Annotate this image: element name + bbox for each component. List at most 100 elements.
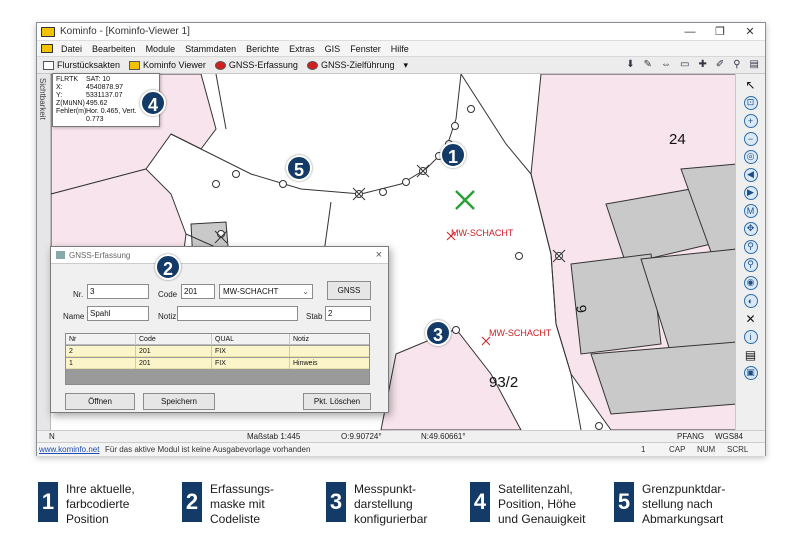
gnss-icon <box>214 60 226 70</box>
settings-tool[interactable]: ✕ <box>740 311 762 326</box>
zoom-window-tool[interactable]: ⊡ <box>740 95 762 110</box>
viewer-icon <box>129 60 141 70</box>
zoom-out-tool[interactable]: − <box>740 131 762 146</box>
column-header-qual[interactable]: QUAL <box>212 334 290 345</box>
notiz-field[interactable] <box>177 306 298 321</box>
dialog-app-icon <box>56 251 65 259</box>
visibility-sidebar[interactable]: Sichtbarkeit <box>37 74 51 430</box>
delete-point-button[interactable]: Pkt. Löschen <box>303 393 371 410</box>
legend-number: 2 <box>182 482 202 522</box>
menu-gis[interactable]: GIS <box>320 44 346 54</box>
window-title: Kominfo - [Kominfo-Viewer 1] <box>60 26 190 37</box>
flurstuecksakten-button[interactable]: Flurstücksakten <box>43 60 120 70</box>
label-tool-icon[interactable]: ✚ <box>698 59 706 70</box>
zoom-in-icon: + <box>743 113 758 128</box>
zoom-in-tool[interactable]: + <box>740 113 762 128</box>
column-header-nr[interactable]: Nr <box>66 334 136 345</box>
open-button[interactable]: Öffnen <box>65 393 135 410</box>
pin-tool-icon[interactable]: ⬇ <box>626 59 634 70</box>
gnss-target-icon <box>306 60 318 70</box>
legend-item-4: 4 Satellitenzahl, Position, Höhe und Genau… <box>470 482 585 527</box>
maximize-button[interactable]: ❐ <box>705 23 735 41</box>
view-tool[interactable]: ◐ <box>740 293 762 308</box>
brush-tool-icon[interactable]: ✐ <box>716 59 724 70</box>
legend-number: 5 <box>614 482 634 522</box>
menu-berichte[interactable]: Berichte <box>241 44 284 54</box>
zoom-scale-tool[interactable]: ⚲ <box>740 257 762 272</box>
save-button[interactable]: Speichern <box>143 393 215 410</box>
close-button[interactable]: ✕ <box>735 23 765 41</box>
eye-icon: ◐ <box>743 293 758 308</box>
table-row[interactable]: 1 201 FIX Hinweis <box>66 358 369 369</box>
zoom-scale-icon: ⚲ <box>743 257 758 272</box>
print-tool-icon[interactable]: ▤ <box>750 59 759 70</box>
code-field[interactable]: 201 <box>181 284 215 299</box>
dialog-title: GNSS-Erfassung <box>69 250 131 260</box>
scale-display[interactable]: Maßstab 1:445 <box>247 432 300 441</box>
pointer-icon: ↖ <box>745 77 756 92</box>
name-field[interactable]: Spahl <box>87 306 149 321</box>
points-table: Nr Code QUAL Notiz 2 201 FIX 1 201 FIX H… <box>65 333 370 385</box>
point-label-mw-schacht-2: MW-SCHACHT <box>489 328 552 338</box>
info-tool[interactable]: i <box>740 329 762 344</box>
zoom-next-icon: ▶ <box>743 185 758 200</box>
zoom-previous-tool[interactable]: ◀ <box>740 167 762 182</box>
gnss-zielfuehrung-button[interactable]: GNSS-Zielführung <box>306 60 394 70</box>
legend-text: Erfassungs-maske mit Codeliste <box>210 482 275 526</box>
crs-indicator[interactable]: WGS84 <box>715 432 743 441</box>
notiz-label: Notiz <box>158 312 177 321</box>
table-row[interactable]: 2 201 FIX <box>66 346 369 357</box>
menu-hilfe[interactable]: Hilfe <box>386 44 414 54</box>
code-select[interactable]: MW-SCHACHT ⌄ <box>219 284 313 299</box>
zoom-tool-icon[interactable]: ⚲ <box>733 59 740 70</box>
column-header-notiz[interactable]: Notiz <box>290 334 369 345</box>
menu-bearbeiten[interactable]: Bearbeiten <box>87 44 141 54</box>
pan-tool[interactable]: ✥ <box>740 221 762 236</box>
stab-label: Stab <box>306 312 323 321</box>
callout-badge-1: 1 <box>440 142 466 168</box>
pan-icon: ✥ <box>743 221 758 236</box>
map-status-bar: N Maßstab 1:445 O:9.90724° N:49.60661° P… <box>37 430 765 442</box>
zoom-full-tool[interactable]: ◎ <box>740 149 762 164</box>
legend-text: Satellitenzahl, Position, Höhe und Genauig… <box>498 482 586 526</box>
menu-stammdaten[interactable]: Stammdaten <box>180 44 241 54</box>
pen-tool-icon[interactable]: ✎ <box>644 59 652 70</box>
gnss-button[interactable]: GNSS <box>327 281 371 300</box>
gnss-erfassung-button[interactable]: GNSS-Erfassung <box>214 60 298 70</box>
website-link[interactable]: www.kominfo.net <box>39 445 99 454</box>
zoom-window-icon: ⊡ <box>743 95 758 110</box>
menu-datei[interactable]: Datei <box>56 44 87 54</box>
scroll-indicator: SCRL <box>727 445 749 454</box>
area-tool-icon[interactable]: ▭ <box>680 59 689 70</box>
zoom-select-tool[interactable]: ⚲ <box>740 239 762 254</box>
measure-tool-icon[interactable]: ⇔ <box>661 59 671 70</box>
toolbar-more-button[interactable]: ▾ <box>403 60 408 71</box>
parcel-label-93-2: 93/2 <box>489 374 518 391</box>
minimize-button[interactable]: — <box>675 23 705 41</box>
pfang-indicator[interactable]: PFANG <box>677 432 704 441</box>
kominfo-viewer-button[interactable]: Kominfo Viewer <box>129 60 206 70</box>
legend-item-5: 5 Grenzpunktdar-stellung nach Abmarkungsa… <box>614 482 725 527</box>
menu-fenster[interactable]: Fenster <box>345 44 386 54</box>
menu-app-icon[interactable] <box>41 44 53 53</box>
zoom-mark-tool[interactable]: M <box>740 203 762 218</box>
column-header-code[interactable]: Code <box>136 334 212 345</box>
menu-extras[interactable]: Extras <box>284 44 320 54</box>
point-label-mw-schacht-1: MW-SCHACHT <box>451 228 514 238</box>
nr-label: Nr. <box>73 290 84 299</box>
sidebar-label: Sichtbarkeit <box>38 78 47 120</box>
nr-field[interactable]: 3 <box>87 284 149 299</box>
num-indicator: NUM <box>697 445 716 454</box>
stab-field[interactable]: 2 <box>325 306 371 321</box>
current-position-marker <box>455 190 475 210</box>
code-label: Code <box>158 290 178 299</box>
dialog-close-icon[interactable]: × <box>376 249 382 261</box>
print-tool[interactable]: ▤ <box>740 347 762 362</box>
document-icon <box>43 60 54 70</box>
zoom-next-tool[interactable]: ▶ <box>740 185 762 200</box>
export-tool[interactable]: ▣ <box>740 365 762 380</box>
gps-tool[interactable]: ◉ <box>740 275 762 290</box>
menu-module[interactable]: Module <box>141 44 181 54</box>
tools-icon: ✕ <box>745 311 756 326</box>
pointer-tool[interactable]: ↖ <box>740 77 762 92</box>
